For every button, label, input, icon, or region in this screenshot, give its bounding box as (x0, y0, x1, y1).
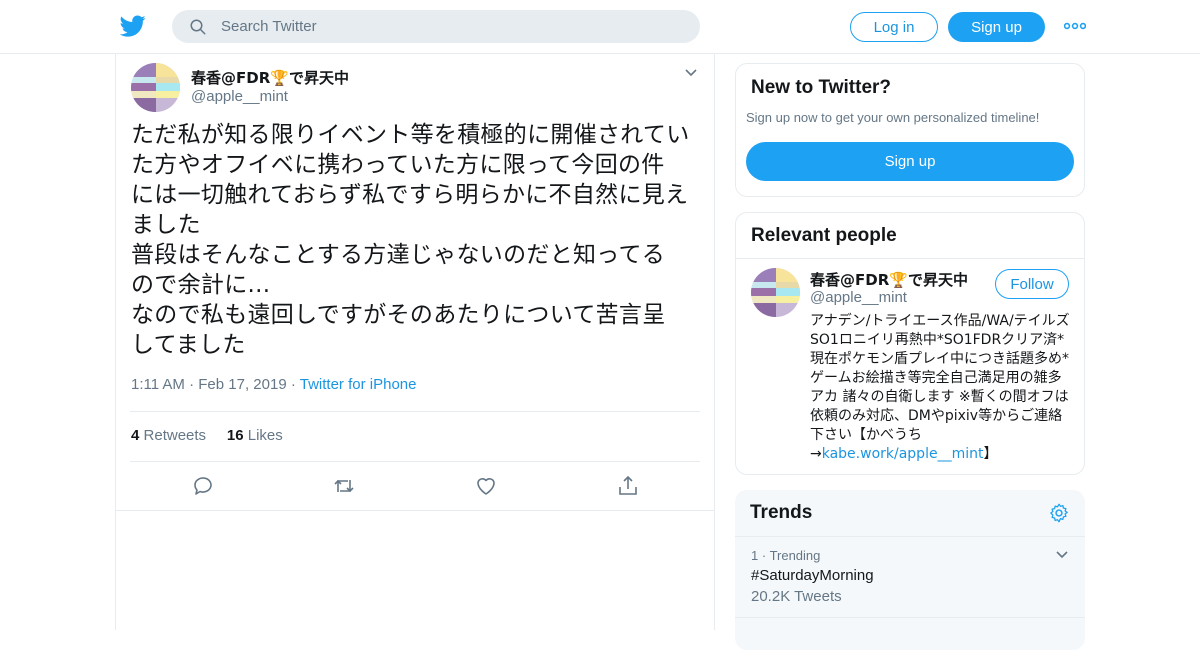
trend-context: 1 · Trending (751, 548, 821, 563)
author-name[interactable]: 春香@FDR🏆で昇天中 (191, 67, 349, 88)
trophy-icon: 🏆 (270, 69, 289, 87)
follow-button[interactable]: Follow (995, 269, 1069, 299)
trend-hashtag[interactable]: #SaturdayMorning (751, 567, 874, 584)
login-button[interactable]: Log in (850, 12, 938, 42)
divider (130, 411, 700, 412)
avatar[interactable] (131, 63, 180, 112)
card-title: Trends (750, 502, 813, 523)
new-to-twitter-card: New to Twitter? Sign up now to get your … (735, 63, 1085, 197)
top-bar: Log in Sign up (0, 0, 1200, 54)
relevant-people-card: Relevant people 春香@FDR🏆で昇天中 @apple__mint… (735, 212, 1085, 475)
reply-icon[interactable] (191, 474, 215, 498)
tweet-meta: 1:11 AM · Feb 17, 2019 · Twitter for iPh… (131, 376, 416, 393)
chevron-down-icon[interactable] (684, 68, 698, 78)
bio-link[interactable]: kabe.work/apple__mint (822, 446, 984, 462)
divider (130, 461, 700, 462)
author-handle[interactable]: @apple__mint (191, 88, 288, 105)
divider (116, 510, 714, 511)
heart-icon[interactable] (474, 474, 498, 498)
signup-button[interactable]: Sign up (948, 12, 1045, 42)
meta-separator: · (290, 376, 300, 393)
trend-tweet-count: 20.2K Tweets (751, 588, 842, 605)
more-dots-icon[interactable] (1064, 18, 1086, 34)
tweet-stats: 4 Retweets 16 Likes (131, 427, 283, 444)
search-bar[interactable] (172, 10, 700, 43)
chevron-down-icon[interactable] (1055, 550, 1069, 560)
retweets-stat[interactable]: 4 Retweets (131, 427, 206, 444)
person-name[interactable]: 春香@FDR🏆で昇天中 (810, 269, 968, 290)
retweet-icon[interactable] (332, 474, 356, 498)
sidebar-signup-button[interactable]: Sign up (746, 142, 1074, 181)
avatar[interactable] (751, 268, 800, 317)
twitter-bird-icon[interactable] (119, 13, 147, 39)
divider (736, 258, 1084, 259)
tweet-date[interactable]: Feb 17, 2019 (198, 376, 286, 393)
trends-card: Trends 1 · Trending #SaturdayMorning 20.… (735, 490, 1085, 650)
gear-icon[interactable] (1048, 502, 1070, 524)
tweet-actions (116, 472, 714, 510)
tweet-time[interactable]: 1:11 AM (131, 376, 185, 393)
likes-stat[interactable]: 16 Likes (227, 427, 283, 444)
share-icon[interactable] (616, 474, 640, 498)
divider (735, 536, 1085, 537)
card-title: New to Twitter? (751, 77, 892, 98)
search-input[interactable] (221, 18, 661, 35)
card-subtitle: Sign up now to get your own personalized… (746, 110, 1040, 125)
trophy-icon: 🏆 (889, 271, 908, 289)
avatar-image (751, 268, 800, 317)
person-handle[interactable]: @apple__mint (810, 289, 907, 306)
divider (735, 617, 1085, 618)
avatar-image (131, 63, 180, 112)
tweet-source-link[interactable]: Twitter for iPhone (300, 376, 417, 393)
tweet-text: ただ私が知る限りイベント等を積極的に開催されてい た方やオフイベに携わっていた方… (131, 122, 690, 358)
meta-separator: · (189, 376, 199, 393)
person-bio: アナデン/トライエース作品/WA/テイルズ SO1ロニイリ再熱中*SO1FDRク… (810, 313, 1070, 462)
search-icon (190, 19, 206, 34)
tweet-column: 春香@FDR🏆で昇天中 @apple__mint ただ私が知る限りイベント等を積… (115, 54, 715, 630)
card-title: Relevant people (751, 225, 897, 246)
